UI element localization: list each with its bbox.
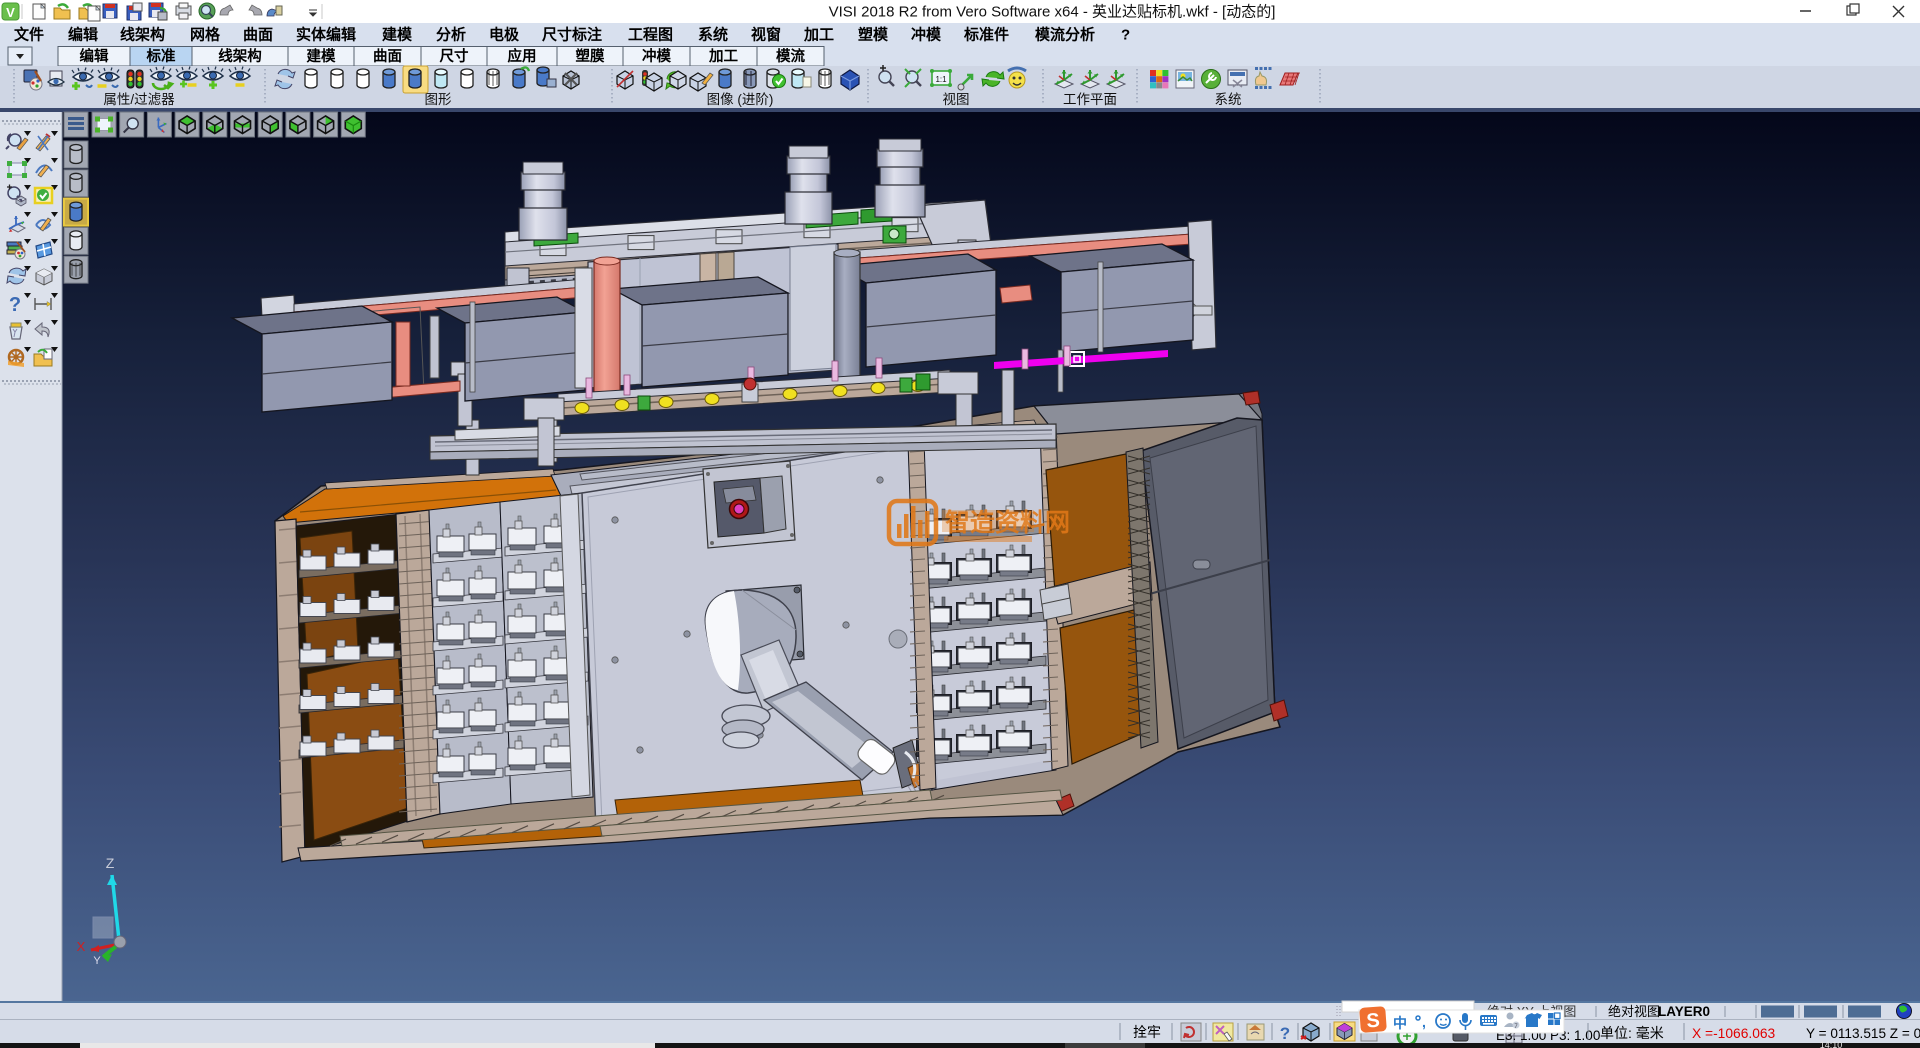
svg-text:?: ?	[1121, 27, 1130, 44]
svg-text:?: ?	[9, 294, 21, 316]
svg-text:加工: 加工	[803, 27, 834, 44]
svg-text:中: 中	[1393, 1015, 1407, 1031]
svg-text:模流: 模流	[776, 47, 805, 65]
svg-text:工程图: 工程图	[628, 27, 673, 44]
svg-text:LAYER0: LAYER0	[1658, 1004, 1710, 1019]
svg-text:1:1: 1:1	[935, 75, 947, 84]
svg-text:曲面: 曲面	[243, 26, 273, 44]
svg-text:?: ?	[1280, 1024, 1290, 1043]
svg-text:冲模: 冲模	[911, 26, 942, 44]
svg-text:网格: 网格	[190, 26, 221, 44]
svg-text:图像 (进阶): 图像 (进阶)	[707, 92, 774, 107]
svg-text:系统: 系统	[698, 26, 728, 44]
svg-text:,: ,	[1422, 1014, 1426, 1030]
svg-text:视图: 视图	[943, 92, 970, 107]
svg-text:Y = 0113.515 Z = 0721.500: Y = 0113.515 Z = 0721.500	[1806, 1026, 1920, 1041]
svg-text:智造资料网: 智造资料网	[945, 508, 1070, 537]
svg-text:V: V	[6, 5, 15, 20]
svg-text:曲面: 曲面	[373, 47, 402, 65]
svg-text:绝对视图: 绝对视图	[1608, 1004, 1660, 1019]
svg-text:文件: 文件	[14, 26, 44, 44]
svg-text:VISI 2018 R2 from Vero Softwar: VISI 2018 R2 from Vero Software x64 - 英业…	[829, 3, 1276, 21]
svg-text:标准件: 标准件	[963, 26, 1009, 44]
svg-text:属性/过滤器: 属性/过滤器	[103, 92, 175, 107]
svg-text:视窗: 视窗	[751, 26, 781, 44]
svg-text:加工: 加工	[708, 48, 738, 65]
svg-text:冲模: 冲模	[642, 47, 671, 65]
svg-text:Y: Y	[93, 955, 101, 967]
svg-text:分析: 分析	[436, 26, 466, 44]
svg-text:S: S	[1366, 1010, 1381, 1033]
svg-text:14:10: 14:10	[1820, 1040, 1843, 1048]
svg-text:Z: Z	[106, 855, 115, 871]
svg-text:塑膜: 塑膜	[576, 47, 605, 65]
svg-text:工作平面: 工作平面	[1063, 92, 1117, 107]
svg-text:单位: 毫米: 单位: 毫米	[1600, 1025, 1664, 1041]
svg-text:尺寸标注: 尺寸标注	[542, 26, 602, 44]
svg-text:模流分析: 模流分析	[1035, 26, 1095, 44]
svg-text:线架构: 线架构	[120, 26, 165, 44]
svg-text:X: X	[77, 939, 86, 954]
svg-text:塑模: 塑模	[858, 26, 889, 44]
svg-text:建模: 建模	[307, 47, 336, 65]
svg-text:编辑: 编辑	[80, 47, 109, 65]
svg-text:编辑: 编辑	[68, 26, 98, 44]
svg-text:X =-1066.063: X =-1066.063	[1692, 1026, 1776, 1041]
svg-text:建模: 建模	[382, 26, 413, 44]
svg-text:线架构: 线架构	[218, 47, 262, 65]
svg-text:拴牢: 拴牢	[1133, 1024, 1161, 1040]
svg-text:标准: 标准	[146, 47, 176, 65]
svg-text:电极: 电极	[489, 26, 520, 44]
svg-text:实体编辑: 实体编辑	[296, 26, 356, 44]
svg-text:应用: 应用	[508, 47, 537, 65]
svg-text:图形: 图形	[425, 92, 452, 107]
svg-text:尺寸: 尺寸	[440, 47, 469, 65]
svg-text:系统: 系统	[1215, 92, 1242, 107]
